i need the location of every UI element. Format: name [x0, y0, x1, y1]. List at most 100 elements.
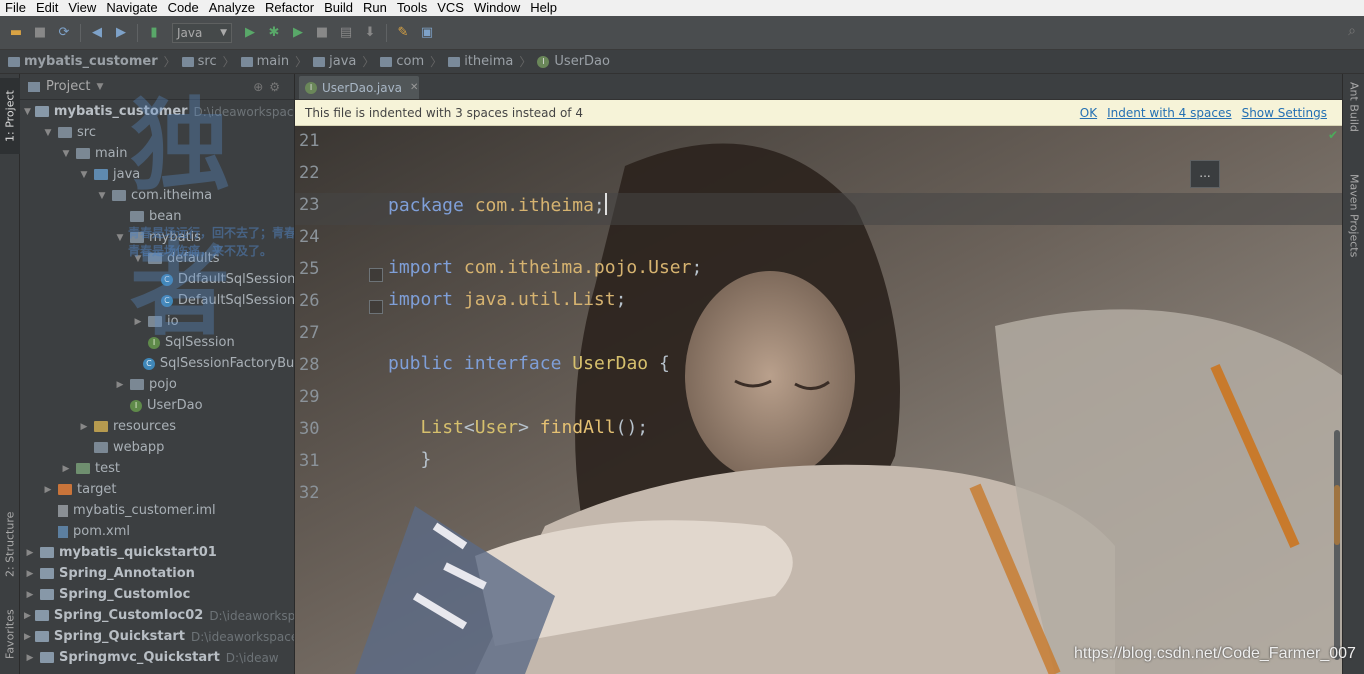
- toolbar-separator: [80, 23, 81, 42]
- sdk-icon[interactable]: ▤: [336, 23, 356, 43]
- tree-item-label: Spring_Annotation: [59, 566, 195, 581]
- open-folder-icon[interactable]: ▬: [6, 23, 26, 43]
- tree-item[interactable]: ▶ Springmvc_Quickstart D:\ideaw: [20, 647, 294, 668]
- menu-edit[interactable]: Edit: [31, 0, 63, 16]
- tab-favorites[interactable]: Favorites: [0, 604, 20, 664]
- menu-vcs[interactable]: VCS: [432, 0, 469, 16]
- breadcrumb-item[interactable]: mybatis_customer: [8, 54, 158, 69]
- coverage-icon[interactable]: ▶: [288, 23, 308, 43]
- chevron-right-icon[interactable]: ▶: [60, 464, 72, 474]
- menu-help[interactable]: Help: [525, 0, 562, 16]
- menu-code[interactable]: Code: [163, 0, 204, 16]
- stop-icon[interactable]: ■: [312, 23, 332, 43]
- tree-item[interactable]: ▶ mybatis_quickstart01: [20, 542, 294, 563]
- tree-item[interactable]: ▶webapp: [20, 437, 294, 458]
- xml-file-icon: [58, 525, 68, 538]
- menu-run[interactable]: Run: [358, 0, 392, 16]
- tab-userdao-java[interactable]: I UserDao.java ✕: [299, 76, 419, 99]
- tree-item[interactable]: ▶ target: [20, 479, 294, 500]
- chevron-right-icon[interactable]: ▶: [24, 569, 36, 579]
- forward-icon[interactable]: ▶: [111, 23, 131, 43]
- code-line-31[interactable]: }: [388, 449, 432, 481]
- chevron-down-icon[interactable]: ▼: [24, 107, 31, 117]
- code-line-25[interactable]: import com.itheima.pojo.User;: [388, 257, 702, 289]
- tree-item[interactable]: ▶ pojo: [20, 374, 294, 395]
- chevron-down-icon[interactable]: ▼: [96, 191, 108, 201]
- editor-scrollbar[interactable]: [1334, 430, 1340, 660]
- line-number: 26: [299, 291, 320, 311]
- tree-item[interactable]: ▶pom.xml: [20, 521, 294, 542]
- fold-marker-icon[interactable]: [369, 300, 383, 314]
- tab-project[interactable]: 1: Project: [0, 78, 20, 154]
- menu-window[interactable]: Window: [469, 0, 525, 16]
- menu-file[interactable]: File: [0, 0, 31, 16]
- breadcrumb-item[interactable]: src: [181, 54, 217, 69]
- fold-marker-icon[interactable]: [369, 268, 383, 282]
- chevron-down-icon[interactable]: ▼: [60, 149, 72, 159]
- tab-structure[interactable]: 2: Structure: [0, 504, 20, 584]
- menu-refactor[interactable]: Refactor: [260, 0, 319, 16]
- build-icon[interactable]: ▮: [144, 23, 164, 43]
- tree-item[interactable]: ▶ resources: [20, 416, 294, 437]
- sync-icon[interactable]: ⟳: [54, 23, 74, 43]
- project-panel-title[interactable]: Project: [46, 79, 90, 94]
- menu-tools[interactable]: Tools: [392, 0, 432, 16]
- background-poem: 青春是场远行，回不去了；青春是场相逢，忘不掉了； 青春是场伤痛，来不及了。: [128, 226, 294, 258]
- code-line-23[interactable]: package com.itheima;: [388, 193, 607, 225]
- menu-navigate[interactable]: Navigate: [101, 0, 162, 16]
- chevron-down-icon[interactable]: ▼: [78, 170, 90, 180]
- run-config-select[interactable]: Java ▼: [172, 22, 232, 43]
- chevron-right-icon[interactable]: ▶: [114, 380, 126, 390]
- tab-ant-build[interactable]: Ant Build: [1345, 82, 1363, 162]
- breadcrumb-item[interactable]: java: [313, 54, 356, 69]
- tree-item[interactable]: ▶CSqlSessionFactoryBuil: [20, 353, 294, 374]
- chevron-down-icon[interactable]: ▼: [114, 233, 126, 243]
- tree-item[interactable]: ▶IUserDao: [20, 395, 294, 416]
- tree-item[interactable]: ▶ Spring_Annotation: [20, 563, 294, 584]
- tree-item[interactable]: ▶ Spring_CustomIoc02 D:\ideaworkspace: [20, 605, 294, 626]
- menu-build[interactable]: Build: [319, 0, 358, 16]
- tree-item[interactable]: ▶ test: [20, 458, 294, 479]
- code-line-28[interactable]: public interface UserDao {: [388, 353, 670, 385]
- editor-area: I UserDao.java ✕ This file is indented w…: [294, 74, 1342, 674]
- back-icon[interactable]: ◀: [87, 23, 107, 43]
- settings-wrench-icon[interactable]: ✎: [393, 23, 413, 43]
- chevron-right-icon[interactable]: ▶: [78, 422, 90, 432]
- chevron-right-icon[interactable]: ▶: [24, 653, 36, 663]
- chevron-right-icon[interactable]: ▶: [24, 632, 31, 642]
- show-settings-link[interactable]: Show Settings: [1242, 106, 1327, 120]
- search-icon[interactable]: ⌕: [1348, 23, 1356, 39]
- menu-view[interactable]: View: [63, 0, 101, 16]
- save-icon[interactable]: ■: [30, 23, 50, 43]
- tree-item[interactable]: ▶mybatis_customer.iml: [20, 500, 294, 521]
- chevron-down-icon[interactable]: ▼: [42, 128, 54, 138]
- indent-4-spaces-link[interactable]: Indent with 4 spaces: [1107, 106, 1231, 120]
- chevron-right-icon[interactable]: ▶: [24, 590, 36, 600]
- code-line-26[interactable]: import java.util.List;: [388, 289, 626, 321]
- breadcrumb-item[interactable]: itheima: [448, 54, 513, 69]
- breadcrumb-item[interactable]: I UserDao: [537, 54, 610, 69]
- run-icon[interactable]: ▶: [240, 23, 260, 43]
- toolbar-separator: [137, 23, 138, 42]
- more-options-button[interactable]: ...: [1190, 160, 1220, 188]
- notice-actions: OK Indent with 4 spaces Show Settings: [1070, 106, 1327, 120]
- tree-item[interactable]: ▶ Spring_CustomIoc: [20, 584, 294, 605]
- tab-maven-projects[interactable]: Maven Projects: [1345, 174, 1363, 284]
- close-icon[interactable]: ✕: [410, 82, 418, 93]
- menu-analyze[interactable]: Analyze: [204, 0, 260, 16]
- download-icon[interactable]: ⬇: [360, 23, 380, 43]
- chevron-down-icon: ▼: [220, 27, 227, 38]
- interface-icon: I: [305, 81, 317, 94]
- chevron-right-icon[interactable]: ▶: [42, 485, 54, 495]
- project-structure-icon[interactable]: ▣: [417, 23, 437, 43]
- debug-icon[interactable]: ✱: [264, 23, 284, 43]
- tree-item[interactable]: ▶ Spring_Quickstart D:\ideaworkspace: [20, 626, 294, 647]
- chevron-right-icon[interactable]: ▶: [24, 548, 36, 558]
- breadcrumb-item[interactable]: com: [380, 54, 424, 69]
- code-line-30[interactable]: List<User> findAll();: [388, 417, 649, 449]
- folder-icon: [240, 56, 253, 67]
- notice-ok-link[interactable]: OK: [1080, 106, 1097, 120]
- chevron-down-icon[interactable]: ▼: [96, 82, 103, 92]
- breadcrumb-item[interactable]: main: [240, 54, 289, 69]
- chevron-right-icon[interactable]: ▶: [24, 611, 31, 621]
